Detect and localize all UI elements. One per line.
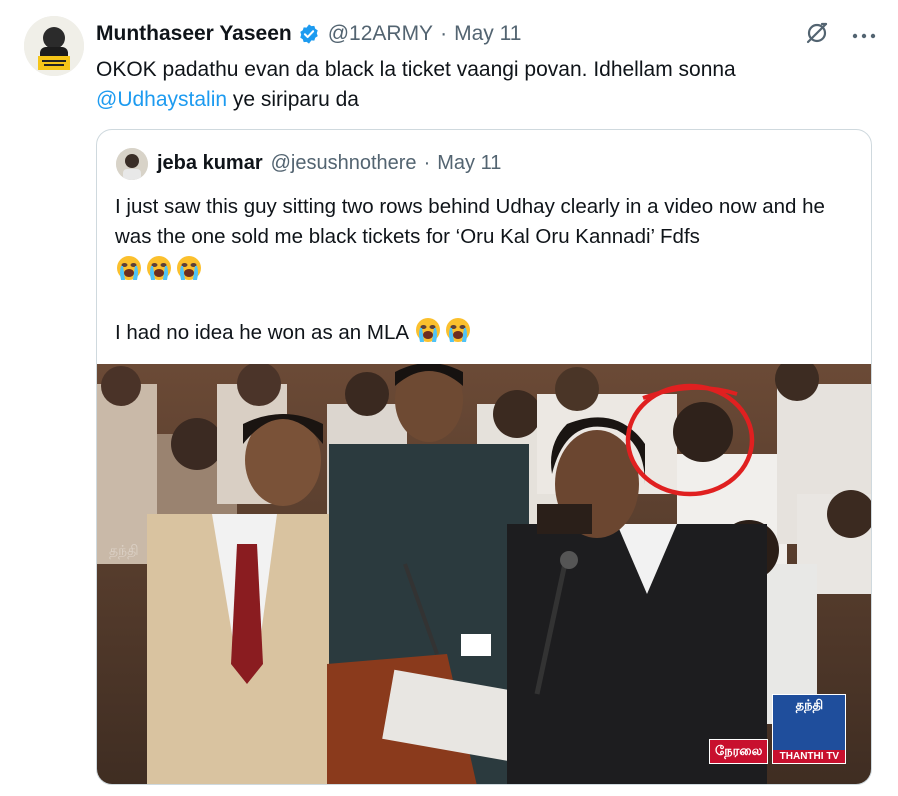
photo-watermark: தந்தி [109,542,139,558]
quoted-tweet[interactable]: jeba kumar @jesushnothere · May 11 I jus… [96,129,872,785]
quoted-paragraph-2-text: I had no idea he won as an MLA [115,321,408,344]
grok-icon[interactable] [804,20,830,51]
thanthi-logo: தந்தி THANTHI TV [772,694,847,764]
quoted-author-avatar[interactable] [116,148,148,180]
tweet-date[interactable]: May 11 [454,22,521,46]
author-avatar[interactable] [24,16,84,76]
quoted-author-handle[interactable]: @jesushnothere [271,152,417,175]
more-options-icon[interactable] [852,27,876,45]
live-tag: நேரலை [709,739,769,764]
quoted-paragraph-2: I had no idea he won as an MLA [115,316,855,348]
author-name[interactable]: Munthaseer Yaseen [96,22,292,46]
quoted-paragraph-1: I just saw this guy sitting two rows beh… [115,195,825,248]
crying-emoji-icon [414,316,442,344]
crying-emoji-icon [115,254,143,282]
quoted-text: I just saw this guy sitting two rows beh… [115,192,855,348]
tweet-text-rest: ye siriparu da [227,88,359,111]
quoted-author-name[interactable]: jeba kumar [157,152,263,175]
emoji-row-1 [115,254,855,286]
tweet-header: Munthaseer Yaseen @12ARMY · May 11 [96,20,521,48]
crying-emoji-icon [175,254,203,282]
author-handle[interactable]: @12ARMY [328,22,433,46]
crying-emoji-icon [444,316,472,344]
quoted-header: jeba kumar @jesushnothere · May 11 [157,152,501,175]
mention-link[interactable]: @Udhaystalin [96,88,227,111]
tweet-text: OKOK padathu evan da black la ticket vaa… [96,55,856,115]
quoted-date[interactable]: May 11 [437,152,501,175]
crying-emoji-icon [145,254,173,282]
verified-badge-icon [298,23,320,45]
tweet-actions-top [804,20,876,51]
logo-english-text: THANTHI TV [773,750,846,763]
channel-logo: நேரலை தந்தி THANTHI TV [709,694,847,764]
tweet-text-line2: @Udhaystalin ye siriparu da [96,85,856,115]
quoted-media-photo[interactable]: தந்தி நேரலை தந்தி THANTHI TV [97,364,871,784]
logo-tamil-text: தந்தி [795,697,824,712]
separator-dot: · [440,22,448,45]
tweet-text-line1: OKOK padathu evan da black la ticket vaa… [96,58,736,81]
quoted-separator-dot: · [423,152,431,174]
